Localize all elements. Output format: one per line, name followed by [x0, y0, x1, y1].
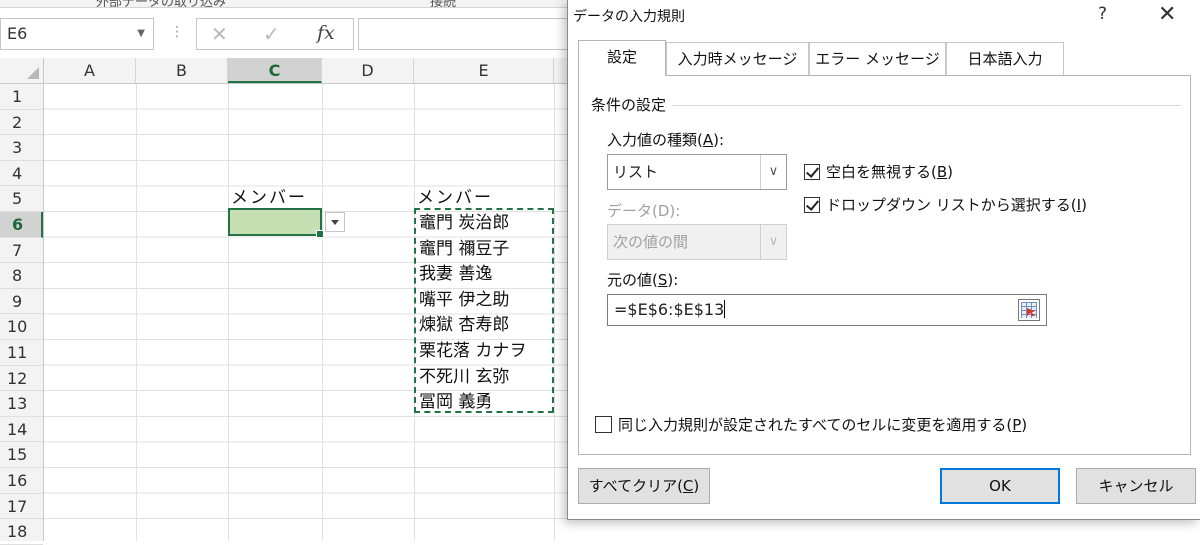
row-header[interactable]: 3 [0, 135, 43, 161]
dialog-title: データの入力規則 [573, 9, 685, 25]
cell-e10[interactable]: 煉獄 杏寿郎 [419, 313, 509, 338]
row-headers: 1 2 3 4 5 6 7 8 9 10 11 12 13 14 15 16 1… [0, 84, 44, 545]
cell-e6[interactable]: 竈門 炭治郎 [419, 211, 509, 236]
source-value: =$E$6:$E$13 [614, 300, 725, 319]
chevron-down-icon[interactable]: ▼ [137, 19, 145, 49]
text-caret [724, 300, 726, 318]
data-validation-dialog: データの入力規則 ? ✕ 設定 入力時メッセージ エラー メッセージ 日本語入力… [567, 0, 1200, 520]
tab-input-message[interactable]: 入力時メッセージ [666, 42, 809, 76]
allow-value: リスト [613, 163, 659, 181]
name-box-value: E6 [7, 24, 28, 43]
selected-cell-c6[interactable] [228, 208, 324, 238]
column-header-a[interactable]: A [44, 58, 136, 83]
data-label: データ(D): [607, 202, 681, 220]
row-header[interactable]: 13 [0, 391, 43, 417]
column-header-d[interactable]: D [322, 58, 414, 83]
row-header[interactable]: 8 [0, 263, 43, 289]
row-header[interactable]: 11 [0, 340, 43, 366]
row-header[interactable]: 17 [0, 494, 43, 520]
source-label: 元の値(S): [607, 271, 679, 289]
column-header-e[interactable]: E [414, 58, 554, 83]
allow-label: 入力値の種類(A): [607, 131, 725, 149]
row-header[interactable]: 16 [0, 468, 43, 494]
insert-function-icon[interactable]: fx [317, 22, 335, 44]
ribbon-group-label: 接続 [430, 0, 457, 8]
tab-settings[interactable]: 設定 [578, 40, 666, 76]
chevron-down-icon[interactable]: ∨ [760, 155, 786, 189]
cancel-icon[interactable]: ✕ [211, 22, 228, 46]
column-header-b[interactable]: B [136, 58, 228, 83]
column-header-c[interactable]: C [228, 58, 322, 83]
data-operator-value: 次の値の間 [613, 233, 689, 251]
cell-e11[interactable]: 栗花落 カナヲ [419, 339, 526, 364]
row-header[interactable]: 1 [0, 84, 43, 110]
row-header[interactable]: 10 [0, 314, 43, 340]
gridline [554, 84, 555, 541]
checkbox-unchecked-icon[interactable] [595, 416, 612, 433]
group-title: 条件の設定 [591, 94, 673, 115]
checkbox-checked-icon[interactable] [804, 164, 820, 180]
cell-e7[interactable]: 竈門 禰豆子 [419, 237, 509, 262]
ribbon-group-label: 外部データの取り込み [96, 0, 227, 8]
group-divider [591, 105, 1181, 106]
clear-all-button[interactable]: すべてクリア(C) [578, 468, 710, 504]
gridline [322, 84, 323, 541]
cell-e8[interactable]: 我妻 善逸 [419, 262, 492, 287]
cancel-button[interactable]: キャンセル [1076, 468, 1196, 504]
select-all-button[interactable] [0, 58, 44, 83]
allow-select[interactable]: リスト ∨ [607, 154, 787, 190]
checkbox-checked-icon[interactable] [804, 197, 820, 213]
range-select-button[interactable] [1018, 299, 1040, 321]
row-header[interactable]: 12 [0, 366, 43, 392]
in-cell-dropdown-checkbox[interactable]: ドロップダウン リストから選択する(I) [804, 194, 1087, 215]
row-header[interactable]: 7 [0, 238, 43, 264]
tab-ime-mode[interactable]: 日本語入力 [946, 42, 1064, 76]
column-header-f[interactable] [554, 58, 567, 83]
data-operator-select: 次の値の間 ∨ [607, 224, 787, 260]
ignore-blank-checkbox[interactable]: 空白を無視する(B) [804, 161, 953, 182]
row-header[interactable]: 14 [0, 417, 43, 443]
formula-buttons: ✕ ✓ fx [196, 18, 354, 50]
chevron-down-icon: ∨ [760, 225, 786, 259]
tab-error-alert[interactable]: エラー メッセージ [809, 42, 946, 76]
name-box[interactable]: E6 ▼ [0, 18, 154, 50]
gridline [228, 84, 229, 541]
row-header[interactable]: 4 [0, 161, 43, 187]
row-header[interactable]: 2 [0, 110, 43, 136]
row-header[interactable]: 9 [0, 289, 43, 315]
source-input[interactable]: =$E$6:$E$13 [607, 294, 1047, 326]
check-icon[interactable]: ✓ [263, 22, 280, 46]
apply-to-all-checkbox[interactable]: 同じ入力規則が設定されたすべてのセルに変更を適用する(P) [595, 414, 1027, 435]
cell-e13[interactable]: 冨岡 義勇 [419, 390, 492, 415]
more-icon: ⋮ [170, 24, 184, 40]
ok-button[interactable]: OK [940, 468, 1060, 504]
row-header-active[interactable]: 6 [0, 212, 43, 238]
cell-e12[interactable]: 不死川 玄弥 [419, 365, 509, 390]
help-icon[interactable]: ? [1098, 4, 1107, 24]
settings-panel: 条件の設定 入力値の種類(A): リスト ∨ 空白を無視する(B) ドロップダウ… [578, 75, 1191, 455]
gridline [136, 84, 137, 541]
row-header[interactable]: 5 [0, 186, 43, 212]
row-header[interactable]: 15 [0, 442, 43, 468]
cell-dropdown-button[interactable] [325, 212, 345, 232]
close-icon[interactable]: ✕ [1158, 2, 1176, 27]
cell-e9[interactable]: 嘴平 伊之助 [419, 288, 509, 313]
